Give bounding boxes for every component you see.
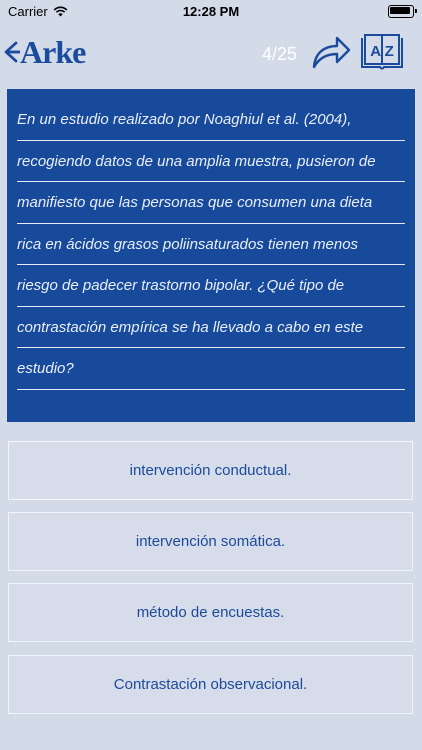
nav-bar: Arke 4/25 A Z: [0, 28, 422, 80]
question-line: riesgo de padecer trastorno bipolar. ¿Qu…: [17, 265, 405, 307]
back-arrow-icon: [4, 41, 20, 63]
question-line: En un estudio realizado por Noaghiul et …: [17, 99, 405, 141]
question-counter: 4/25: [262, 44, 298, 64]
question-line: estudio?: [17, 348, 405, 390]
app-logo: Arke: [20, 34, 86, 70]
question-line: manifiesto que las personas que consumen…: [17, 182, 405, 224]
answer-label: intervención somática.: [135, 533, 286, 550]
answer-option-4[interactable]: Contrastación observacional.: [8, 655, 413, 714]
share-icon: [312, 36, 351, 69]
answer-label: Contrastación observacional.: [113, 676, 308, 693]
answer-option-2[interactable]: intervención somática.: [8, 512, 413, 571]
question-line: recogiendo datos de una amplia muestra, …: [17, 141, 405, 182]
question-line: contrastación empírica se ha llevado a c…: [17, 307, 405, 348]
question-line: rica en ácidos grasos poliinsaturados ti…: [17, 224, 405, 265]
answer-label: método de encuestas.: [136, 604, 285, 621]
status-bar: Carrier 12:28 PM: [0, 0, 422, 22]
question-card: En un estudio realizado por Noaghiul et …: [7, 89, 415, 422]
question-text: En un estudio realizado por Noaghiul et …: [17, 99, 405, 390]
answer-option-1[interactable]: intervención conductual.: [8, 441, 413, 500]
battery-icon: [388, 5, 417, 18]
answer-option-3[interactable]: método de encuestas.: [8, 583, 413, 642]
share-button[interactable]: [310, 34, 352, 70]
dictionary-icon: A Z: [361, 34, 403, 70]
back-button[interactable]: Arke: [2, 34, 86, 70]
status-time: 12:28 PM: [182, 4, 240, 19]
dictionary-button[interactable]: A Z: [359, 32, 405, 72]
dictionary-icon-text: A Z: [370, 43, 394, 60]
answer-label: intervención conductual.: [129, 462, 292, 479]
